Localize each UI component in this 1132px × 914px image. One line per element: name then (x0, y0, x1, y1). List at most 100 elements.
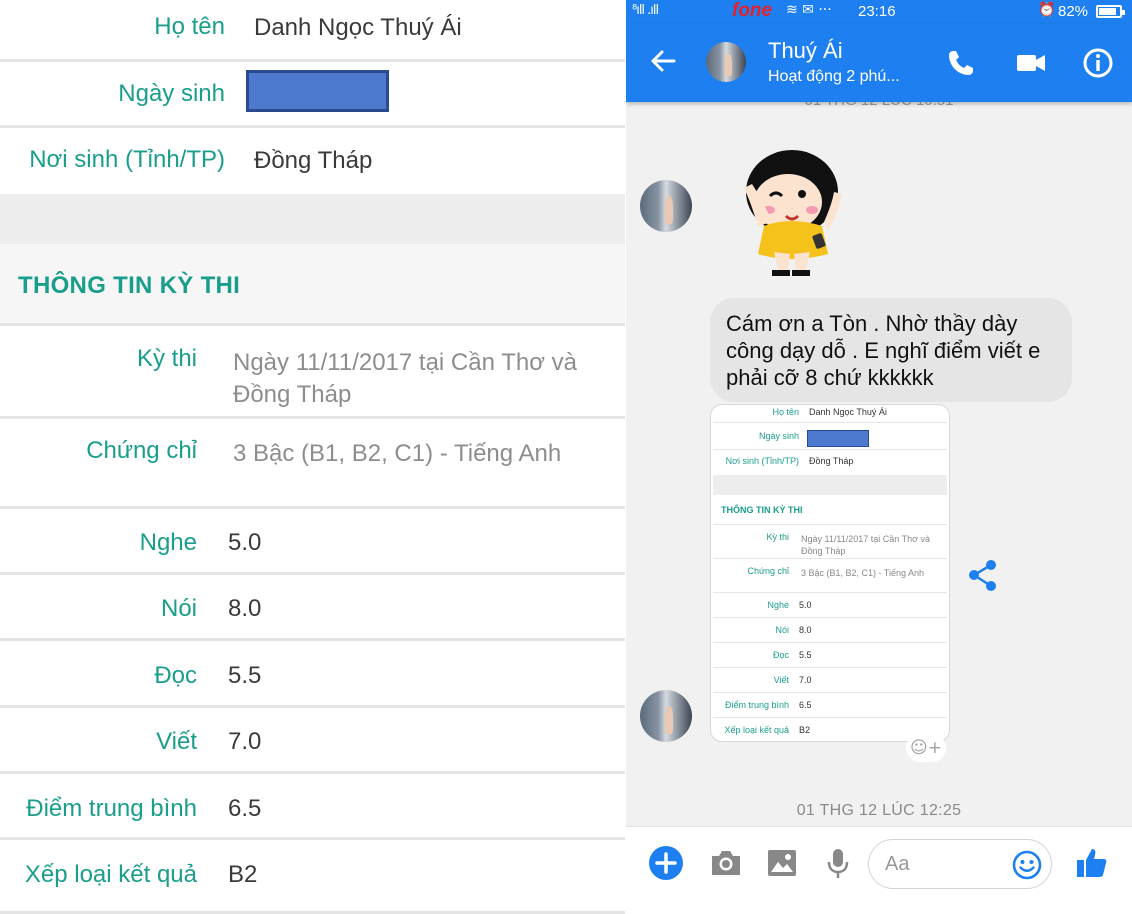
sender-avatar[interactable] (640, 180, 692, 232)
score-row-writing: Viết 7.0 (0, 708, 625, 774)
mini-section-title: THÔNG TIN KỲ THI (721, 505, 803, 515)
mini-value: Danh Ngọc Thuý Ái (809, 407, 887, 417)
mini-score-row: Nghe 5.0 (713, 593, 947, 618)
clock: 23:16 (858, 3, 896, 20)
full-name-label: Họ tên (154, 13, 225, 40)
row-exam-session: Kỳ thi Ngày 11/11/2017 tại Cần Thơ và Đồ… (0, 329, 625, 419)
dob-redaction (246, 70, 389, 112)
share-icon[interactable] (966, 558, 1000, 592)
score-value: 8.0 (228, 595, 262, 622)
score-label: Đọc (154, 662, 197, 689)
mini-label: Nơi sinh (Tỉnh/TP) (725, 456, 799, 466)
score-label: Điểm trung bình (26, 795, 197, 822)
mini-row-full-name: Họ tên Danh Ngọc Thuý Ái (713, 405, 947, 423)
score-value: 6.5 (228, 795, 262, 822)
carrier-logo: fone (732, 0, 773, 21)
phone-icon[interactable] (944, 46, 978, 80)
alarm-icon: ⏰ (1038, 2, 1056, 18)
image-icon[interactable] (764, 845, 800, 881)
exam-session-value: Ngày 11/11/2017 tại Cần Thơ và Đồng Tháp (233, 349, 577, 408)
info-icon[interactable] (1081, 46, 1115, 80)
thumbs-up-icon[interactable] (1074, 845, 1110, 881)
score-label: Nghe (139, 529, 197, 556)
girl-sticker[interactable] (730, 130, 850, 282)
row-birthplace: Nơi sinh (Tỉnh/TP) Đồng Tháp (0, 128, 625, 194)
sender-avatar[interactable] (640, 690, 692, 742)
score-row-listening: Nghe 5.0 (0, 509, 625, 575)
mini-label: Ngày sinh (758, 431, 799, 441)
status-icons: ≋ ✉ ··· (786, 2, 832, 18)
contact-avatar[interactable] (706, 42, 746, 82)
message-input[interactable]: Aa (868, 839, 1052, 889)
battery-icon (1096, 5, 1125, 18)
mini-value: B2 (799, 725, 811, 735)
shared-screenshot-image[interactable]: Họ tên Danh Ngọc Thuý Ái Ngày sinh Nơi s… (710, 404, 950, 742)
mini-score-row: Nói 8.0 (713, 618, 947, 643)
timestamp-bottom: 01 THG 12 LÚC 12:25 (796, 802, 962, 819)
score-value: 5.5 (228, 662, 262, 689)
conversation-header: Thuý Ái Hoạt động 2 phú... (626, 24, 1132, 102)
mini-value: 7.0 (799, 675, 812, 685)
row-date-of-birth: Ngày sinh (0, 62, 625, 128)
mini-value: Ngày 11/11/2017 tại Cần Thơ và Đồng Tháp (801, 534, 930, 556)
contact-name[interactable]: Thuý Ái (768, 38, 843, 64)
mini-value: 5.5 (799, 650, 812, 660)
score-row-speaking: Nói 8.0 (0, 575, 625, 641)
exam-result-page: Họ tên Danh Ngọc Thuý Ái Ngày sinh Nơi s… (0, 0, 625, 914)
certificate-value: 3 Bậc (B1, B2, C1) - Tiếng Anh (233, 440, 562, 467)
mini-value: 3 Bậc (B1, B2, C1) - Tiếng Anh (801, 568, 925, 578)
messenger-screen: ⁸ıll .ıll fone ≋ ✉ ··· 23:16 ⏰ 82% Thuý … (626, 0, 1132, 914)
emoji-icon[interactable] (1011, 849, 1043, 881)
mini-value: Đồng Tháp (809, 456, 854, 466)
mini-divider (713, 475, 947, 495)
mini-label: Đọc (772, 650, 789, 660)
mini-section-header: THÔNG TIN KỲ THI (713, 495, 947, 525)
score-label: Viết (156, 728, 197, 755)
dob-label: Ngày sinh (118, 80, 225, 107)
mini-label: Nghe (767, 600, 789, 610)
presence-status: Hoạt động 2 phú... (768, 68, 900, 85)
row-certificate: Chứng chỉ 3 Bậc (B1, B2, C1) - Tiếng Anh (0, 419, 625, 509)
message-bubble[interactable]: Cám ơn a Tòn . Nhờ thầy dày công dạy dỗ … (710, 298, 1072, 402)
mini-label: Kỳ thi (766, 532, 789, 542)
back-arrow-icon[interactable] (648, 46, 678, 76)
mini-row-birthplace: Nơi sinh (Tỉnh/TP) Đồng Tháp (713, 450, 947, 475)
score-row-average: Điểm trung bình 6.5 (0, 774, 625, 840)
score-label: Nói (160, 595, 197, 622)
message-composer: Aa (626, 826, 1132, 914)
plus-icon[interactable] (648, 845, 684, 881)
mini-value: 5.0 (799, 600, 812, 610)
full-name-value: Danh Ngọc Thuý Ái (254, 14, 462, 41)
score-value: 7.0 (228, 728, 262, 755)
mini-score-row: Đọc 5.5 (713, 643, 947, 668)
camera-icon[interactable] (708, 845, 744, 881)
message-input-placeholder: Aa (885, 853, 910, 875)
score-value: B2 (228, 861, 258, 888)
row-full-name: Họ tên Danh Ngọc Thuý Ái (0, 0, 625, 62)
mini-value: 6.5 (799, 700, 812, 710)
mini-score-row: Viết 7.0 (713, 668, 947, 693)
exam-info-header: THÔNG TIN KỲ THI (0, 244, 625, 326)
birthplace-value: Đồng Tháp (254, 147, 373, 174)
score-row-result: Xếp loại kết quả B2 (0, 840, 625, 914)
signal-icon: ⁸ıll .ıll (632, 3, 659, 18)
mini-score-row: Điểm trung bình 6.5 (713, 693, 947, 718)
birthplace-label: Nơi sinh (Tỉnh/TP) (29, 146, 225, 173)
mini-row-dob: Ngày sinh (713, 423, 947, 450)
mini-label: Chứng chỉ (747, 566, 789, 576)
mini-label: Viết (773, 675, 789, 685)
mini-dob-redaction (807, 430, 869, 447)
mini-label: Nói (775, 625, 789, 635)
mini-value: 8.0 (799, 625, 812, 635)
section-title: THÔNG TIN KỲ THI (18, 272, 241, 299)
status-bar: ⁸ıll .ıll fone ≋ ✉ ··· 23:16 ⏰ 82% (626, 0, 1132, 24)
mini-label: Xếp loại kết quả (724, 725, 789, 735)
exam-session-label: Kỳ thi (136, 345, 197, 372)
score-label: Xếp loại kết quả (24, 861, 197, 888)
certificate-label: Chứng chỉ (86, 437, 197, 464)
microphone-icon[interactable] (820, 845, 856, 881)
add-reaction-button[interactable]: ☺+ (906, 734, 946, 762)
video-camera-icon[interactable] (1014, 46, 1048, 80)
section-divider (0, 194, 625, 244)
mini-row-session: Kỳ thi Ngày 11/11/2017 tại Cần Thơ và Đồ… (713, 525, 947, 559)
